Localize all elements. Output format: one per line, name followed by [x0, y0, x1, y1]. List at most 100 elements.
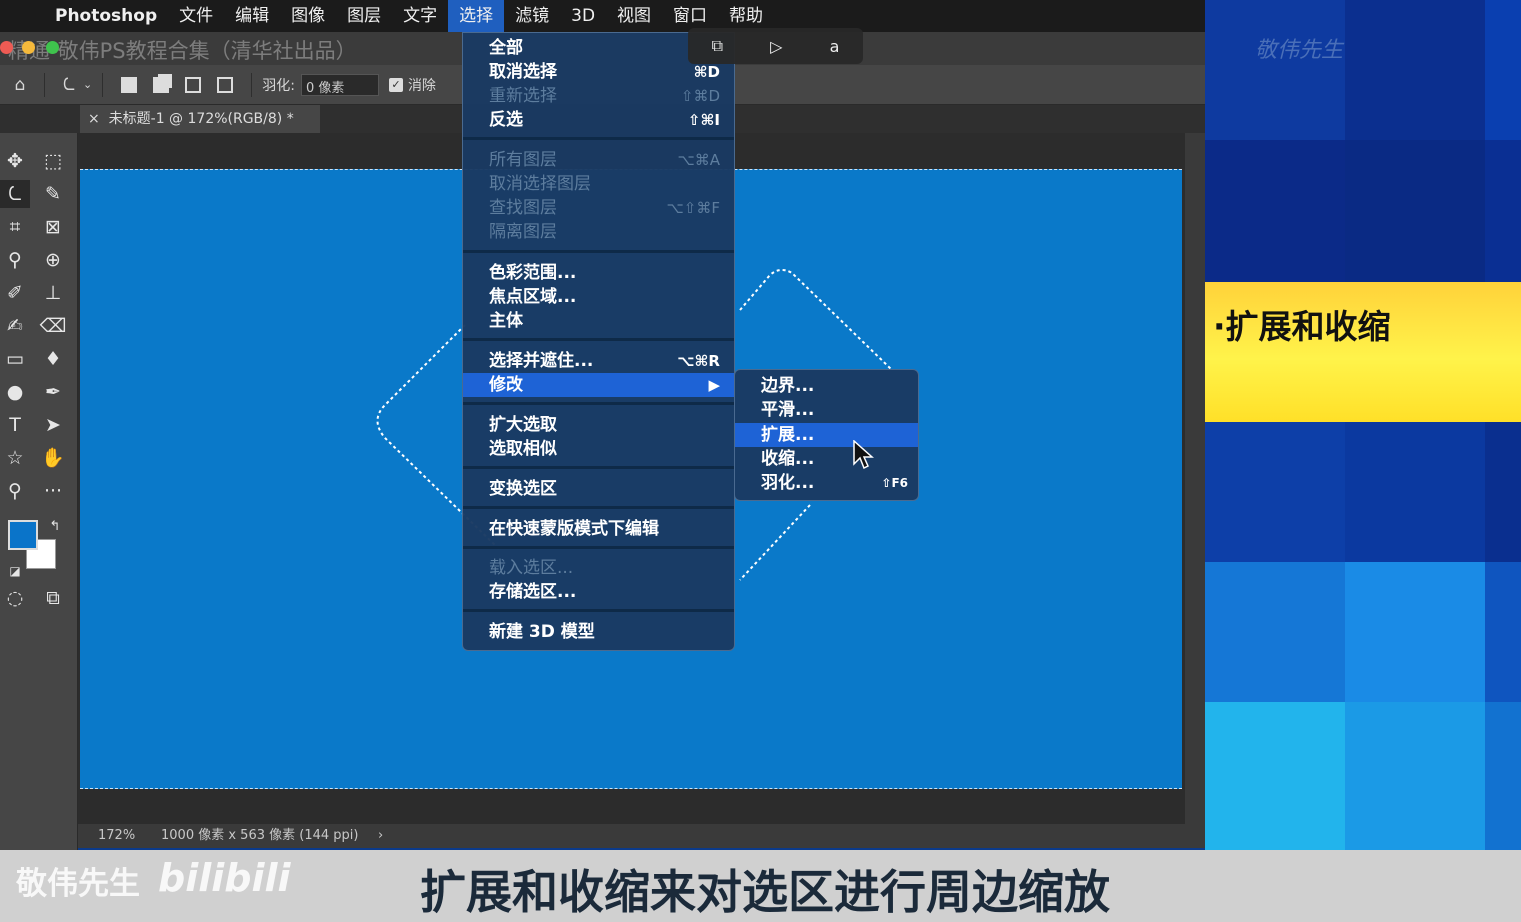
menu-item-color-range[interactable]: 色彩范围... — [463, 261, 734, 285]
menu-item-find-layers: 查找图层 ⌥⇧⌘F — [489, 198, 720, 218]
menu-item-modify[interactable]: 修改 ▶ — [463, 373, 734, 397]
close-tab-icon[interactable]: × — [88, 111, 100, 127]
pixel-block — [1485, 140, 1521, 282]
zoom-tool-icon[interactable]: ⚲ — [0, 477, 30, 505]
pixel-block — [1345, 0, 1485, 140]
pixel-block — [1485, 562, 1521, 702]
menu-separator — [463, 250, 734, 253]
menu-item-save-selection[interactable]: 存储选区... — [463, 580, 734, 604]
menu-separator — [463, 506, 734, 509]
play-screen-icon[interactable]: ▷ — [770, 37, 782, 56]
quick-mask-icon[interactable]: ◌ — [0, 584, 30, 612]
blur-tool-icon[interactable]: ♦ — [38, 345, 68, 373]
picture-in-picture-icon[interactable]: ⧉ — [712, 36, 723, 56]
foreground-color-swatch[interactable] — [8, 520, 38, 550]
divider — [251, 72, 253, 97]
menu-item-inverse[interactable]: 反选 ⇧⌘I — [463, 108, 734, 132]
menu-item-all-layers: 所有图层 ⌥⌘A — [489, 150, 720, 170]
translate-icon[interactable]: a — [830, 37, 840, 56]
menu-filter[interactable]: 滤镜 — [504, 0, 560, 32]
topic-banner: ·扩展和收缩 — [1205, 282, 1521, 422]
status-arrow-icon[interactable]: › — [378, 824, 383, 848]
menu-item-transform-selection[interactable]: 变换选区 — [463, 477, 734, 501]
pixel-block — [1205, 0, 1345, 140]
zoom-window-button[interactable] — [46, 41, 59, 54]
menu-item-select-and-mask[interactable]: 选择并遮住... ⌥⌘R — [463, 349, 734, 373]
menu-item-subject[interactable]: 主体 — [463, 309, 734, 333]
move-tool-icon[interactable]: ✥ — [0, 147, 30, 175]
screen: Photoshop 文件 编辑 图像 图层 文字 选择 滤镜 3D 视图 窗口 … — [0, 0, 1521, 922]
watermark: 敬伟先生 — [1255, 38, 1344, 63]
more-tools-icon[interactable]: ··· — [38, 477, 68, 505]
default-colors-icon[interactable]: ◪ — [0, 557, 30, 585]
feather-input[interactable]: 0 像素 — [300, 73, 379, 96]
menu-type[interactable]: 文字 — [392, 0, 448, 32]
divider — [44, 72, 45, 97]
subtitle-caption: 扩展和收缩来对选区进行周边缩放 — [420, 865, 1110, 919]
status-bar: 172% 1000 像素 x 563 像素 (144 ppi) › — [78, 824, 1205, 848]
menu-3d[interactable]: 3D — [560, 0, 606, 32]
menu-image[interactable]: 图像 — [280, 0, 336, 32]
antialias-checkbox[interactable]: ✓ — [388, 77, 403, 92]
menu-separator — [463, 546, 734, 549]
submenu-item-border[interactable]: 边界... — [735, 374, 918, 398]
pen-tool-icon[interactable]: ✒ — [38, 378, 68, 406]
hand-tool-icon[interactable]: ✋ — [38, 444, 68, 472]
menu-item-similar[interactable]: 选取相似 — [463, 437, 734, 461]
add-to-selection-icon[interactable] — [153, 76, 170, 93]
screen-mode-icon[interactable]: ⧉ — [38, 584, 68, 612]
zoom-level[interactable]: 172% — [98, 824, 135, 848]
eyedropper-tool-icon[interactable]: ⚲ — [0, 246, 30, 274]
antialias-label: 消除 — [407, 77, 436, 94]
menu-item-focus-area[interactable]: 焦点区域... — [463, 285, 734, 309]
path-selection-tool-icon[interactable]: ➤ — [38, 411, 68, 439]
menu-select[interactable]: 选择 — [448, 0, 505, 32]
quick-selection-tool-icon[interactable]: ✎ — [38, 180, 68, 208]
submenu-item-expand[interactable]: 扩展... — [735, 423, 918, 447]
menu-item-new-3d-model[interactable]: 新建 3D 模型 — [463, 620, 734, 644]
modify-submenu: 边界... 平滑... 扩展... 收缩... 羽化... ⇧F6 — [734, 369, 919, 501]
vertical-scrollbar[interactable] — [1185, 133, 1205, 824]
chevron-down-icon[interactable]: ⌄ — [83, 78, 92, 91]
pixel-block — [1205, 702, 1345, 850]
menu-layer[interactable]: 图层 — [336, 0, 392, 32]
healing-brush-tool-icon[interactable]: ⊕ — [38, 246, 68, 274]
intersect-selection-icon[interactable] — [217, 76, 234, 93]
subtract-from-selection-icon[interactable] — [185, 76, 202, 93]
document-tab[interactable]: × 未标题-1 @ 172%(RGB/8) * — [80, 105, 320, 133]
eraser-tool-icon[interactable]: ⌫ — [38, 312, 68, 340]
menu-item-quick-mask[interactable]: 在快速蒙版模式下编辑 — [463, 517, 734, 541]
dodge-tool-icon[interactable]: ● — [0, 378, 30, 406]
pixel-block — [1345, 140, 1485, 282]
clone-stamp-tool-icon[interactable]: ⊥ — [38, 279, 68, 307]
history-brush-tool-icon[interactable]: ✍ — [0, 312, 30, 340]
submenu-item-smooth[interactable]: 平滑... — [735, 398, 918, 422]
swap-colors-icon[interactable]: ↰ — [40, 513, 70, 541]
menu-separator — [463, 466, 734, 469]
brush-tool-icon[interactable]: ✐ — [0, 279, 30, 307]
crop-tool-icon[interactable]: ⌗ — [0, 213, 30, 241]
pixel-block — [1485, 0, 1521, 140]
lasso-tool-icon[interactable]: ᘇ — [0, 180, 30, 208]
new-selection-icon[interactable] — [121, 76, 138, 93]
menu-view[interactable]: 视图 — [606, 0, 662, 32]
submenu-arrow-icon: ▶ — [708, 376, 720, 394]
close-window-button[interactable] — [0, 41, 13, 54]
gradient-tool-icon[interactable]: ▭ — [0, 345, 30, 373]
home-icon[interactable]: ⌂ — [6, 75, 34, 95]
menu-edit[interactable]: 编辑 — [224, 0, 280, 32]
lasso-tool-preset-icon[interactable]: ᘇ — [55, 75, 83, 95]
marquee-tool-icon[interactable]: ⬚ — [38, 147, 68, 175]
type-tool-icon[interactable]: T — [0, 411, 30, 439]
frame-tool-icon[interactable]: ⊠ — [38, 213, 68, 241]
pixel-block — [1345, 422, 1485, 562]
submenu-item-feather[interactable]: 羽化... ⇧F6 — [735, 471, 918, 495]
divider — [102, 72, 104, 97]
shape-tool-icon[interactable]: ☆ — [0, 444, 30, 472]
menu-app[interactable]: Photoshop — [44, 0, 168, 32]
menu-item-grow[interactable]: 扩大选取 — [463, 413, 734, 437]
minimize-window-button[interactable] — [22, 41, 35, 54]
menu-file[interactable]: 文件 — [168, 0, 224, 32]
document-tab-label: 未标题-1 @ 172%(RGB/8) * — [108, 111, 294, 127]
submenu-item-contract[interactable]: 收缩... — [735, 447, 918, 471]
